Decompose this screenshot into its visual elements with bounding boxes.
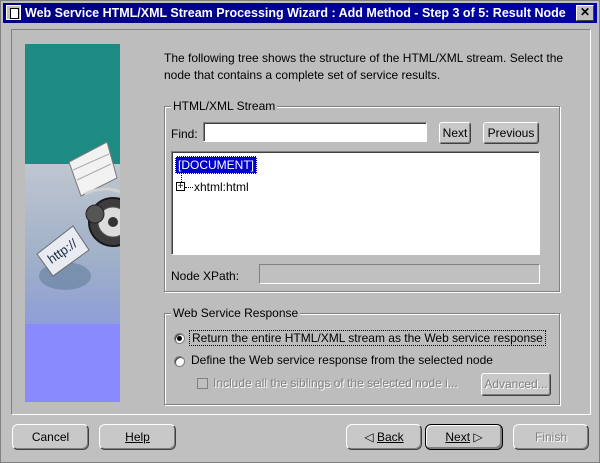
expand-icon[interactable]: + <box>176 182 185 192</box>
back-button-label: Back <box>376 430 404 444</box>
stream-group-legend: HTML/XML Stream <box>171 99 278 113</box>
radio-selected-node[interactable] <box>174 356 185 367</box>
find-next-button[interactable]: Next <box>439 122 471 144</box>
help-button[interactable]: Help <box>99 424 176 450</box>
find-previous-button[interactable]: Previous <box>483 122 539 144</box>
cancel-button[interactable]: Cancel <box>12 424 89 450</box>
node-xpath-label: Node XPath: <box>171 269 240 283</box>
node-xpath-field <box>259 264 540 284</box>
app-icon[interactable] <box>6 5 21 20</box>
back-arrow-icon: ◁ <box>364 430 374 444</box>
find-input[interactable] <box>203 122 427 142</box>
response-group: Web Service Response Return the entire H… <box>164 306 560 405</box>
advanced-button[interactable]: Advanced... <box>481 373 551 396</box>
next-arrow-icon: ▷ <box>473 430 483 444</box>
close-button[interactable]: ✕ <box>576 5 594 21</box>
wizard-content: http:// The following tree shows the str… <box>11 29 591 415</box>
response-group-legend: Web Service Response <box>171 306 301 320</box>
window-title: Web Service HTML/XML Stream Processing W… <box>25 6 566 20</box>
radio-entire-stream-label[interactable]: Return the entire HTML/XML stream as the… <box>189 330 546 346</box>
wizard-banner: http:// <box>25 44 120 402</box>
stream-group: HTML/XML Stream Find: Next Previous [DOC… <box>164 99 560 292</box>
wizard-window: Web Service HTML/XML Stream Processing W… <box>0 0 600 463</box>
help-button-label: Help <box>125 430 150 444</box>
include-siblings-label: Include all the siblings of the selected… <box>213 376 458 390</box>
tree-connector <box>185 187 193 188</box>
radio-entire-stream[interactable] <box>174 333 185 344</box>
close-icon: ✕ <box>579 5 591 19</box>
find-label: Find: <box>171 127 198 141</box>
web-service-illustration: http:// <box>36 141 120 290</box>
back-button[interactable]: ◁ Back <box>346 424 422 450</box>
stream-tree[interactable]: [DOCUMENT] + xhtml:html <box>171 151 540 255</box>
intro-text: The following tree shows the structure o… <box>164 51 564 82</box>
next-button-label: Next <box>445 430 471 444</box>
tree-node-html[interactable]: xhtml:html <box>194 180 249 194</box>
title-bar[interactable]: Web Service HTML/XML Stream Processing W… <box>3 3 597 23</box>
tree-node-document[interactable]: [DOCUMENT] <box>175 156 257 174</box>
next-button[interactable]: Next ▷ <box>425 424 503 450</box>
radio-selected-node-label[interactable]: Define the Web service response from the… <box>191 353 493 367</box>
finish-button[interactable]: Finish <box>513 424 589 450</box>
include-siblings-checkbox[interactable] <box>197 378 208 389</box>
